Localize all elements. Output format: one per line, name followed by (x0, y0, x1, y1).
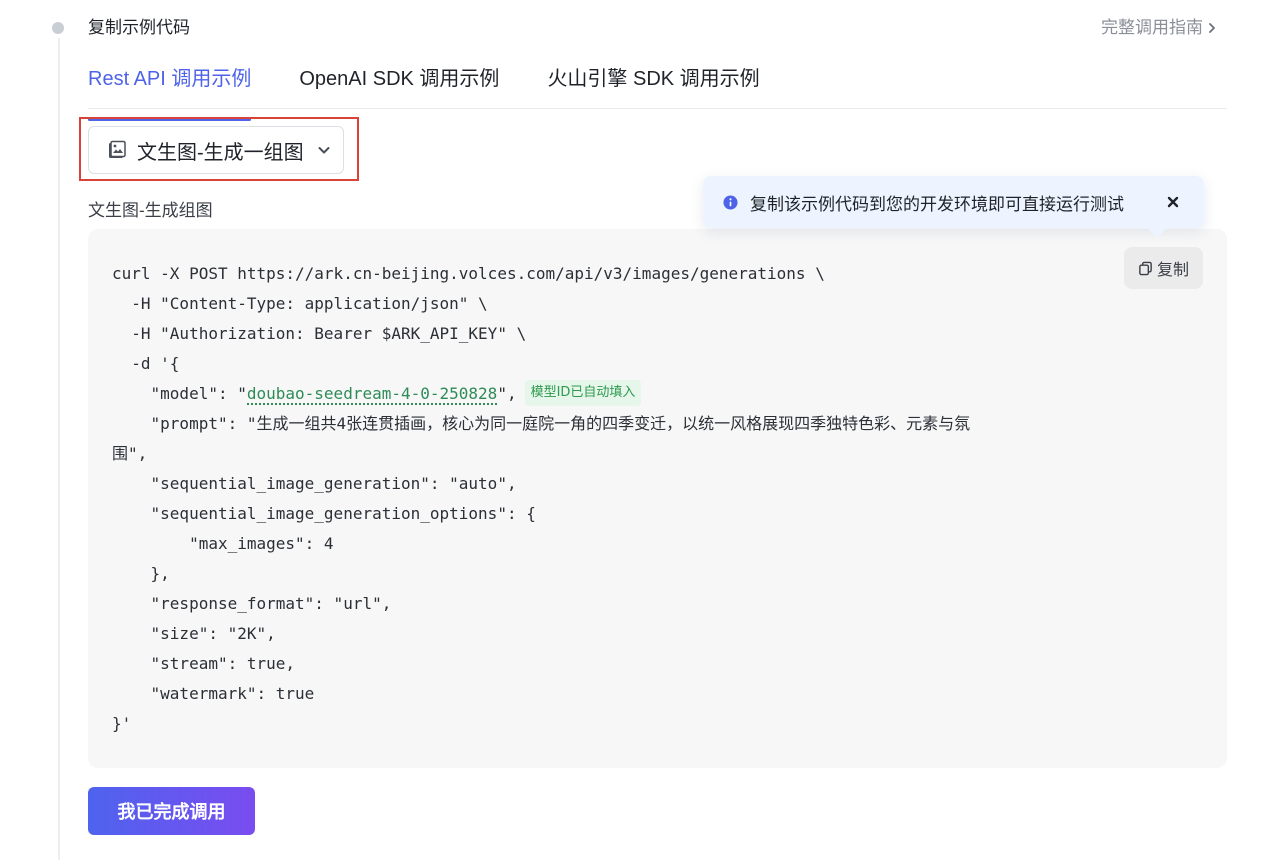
info-icon (723, 194, 738, 210)
code-line: "max_images": 4 (112, 534, 334, 553)
tab-rest-api[interactable]: Rest API 调用示例 (88, 62, 252, 121)
sample-label: 文生图-生成组图 (88, 201, 213, 220)
code-line: }' (112, 714, 132, 733)
code-block: curl -X POST https://ark.cn-beijing.volc… (112, 259, 970, 739)
code-line: ", (497, 384, 517, 403)
timeline-line (58, 38, 60, 860)
model-id-autofill-badge: 模型ID已自动填入 (524, 379, 642, 406)
chevron-down-icon (318, 147, 330, 154)
code-line: -H "Authorization: Bearer $ARK_API_KEY" … (112, 324, 527, 343)
tooltip-message: 复制该示例代码到您的开发环境即可直接运行测试 (750, 194, 1124, 214)
done-button[interactable]: 我已完成调用 (88, 787, 255, 835)
code-line: "prompt": "生成一组共4张连贯插画，核心为同一庭院一角的四季变迁，以统… (112, 414, 971, 433)
scenario-select-value: 文生图-生成一组图 (137, 141, 304, 164)
close-icon[interactable] (1164, 193, 1182, 211)
copy-button[interactable]: 复制 (1123, 247, 1203, 289)
scenario-select[interactable]: 文生图-生成一组图 (88, 126, 344, 174)
code-line: -H "Content-Type: application/json" \ (112, 294, 488, 313)
code-line: }, (112, 564, 170, 583)
code-line: curl -X POST https://ark.cn-beijing.volc… (112, 264, 825, 283)
copy-icon (1139, 261, 1152, 275)
code-panel: curl -X POST https://ark.cn-beijing.volc… (88, 229, 1227, 768)
step-title: 复制示例代码 (88, 18, 190, 37)
timeline-step-dot (52, 22, 64, 34)
model-id-value[interactable]: doubao-seedream-4-0-250828 (246, 384, 498, 405)
chevron-right-icon (1209, 23, 1215, 33)
code-line: -d '{ (112, 354, 180, 373)
code-line: "size": "2K", (112, 624, 276, 643)
copy-button-label: 复制 (1156, 262, 1189, 279)
code-line: "sequential_image_generation_options": { (112, 504, 536, 523)
copy-hint-tooltip: 复制该示例代码到您的开发环境即可直接运行测试 (703, 176, 1204, 228)
code-line: 围", (112, 444, 148, 463)
example-tabs: Rest API 调用示例 OpenAI SDK 调用示例 火山引擎 SDK 调… (88, 62, 1227, 121)
code-line: "response_format": "url", (112, 594, 392, 613)
code-line: "model": " (112, 384, 247, 403)
code-line: "sequential_image_generation": "auto", (112, 474, 517, 493)
code-line: "stream": true, (112, 654, 296, 673)
code-line: "watermark": true (112, 684, 315, 703)
full-guide-link-label: 完整调用指南 (1101, 18, 1203, 37)
tab-volcengine-sdk[interactable]: 火山引擎 SDK 调用示例 (547, 62, 759, 108)
image-icon (109, 140, 126, 158)
full-guide-link[interactable]: 完整调用指南 (1101, 17, 1219, 39)
tab-openai-sdk[interactable]: OpenAI SDK 调用示例 (299, 62, 499, 108)
